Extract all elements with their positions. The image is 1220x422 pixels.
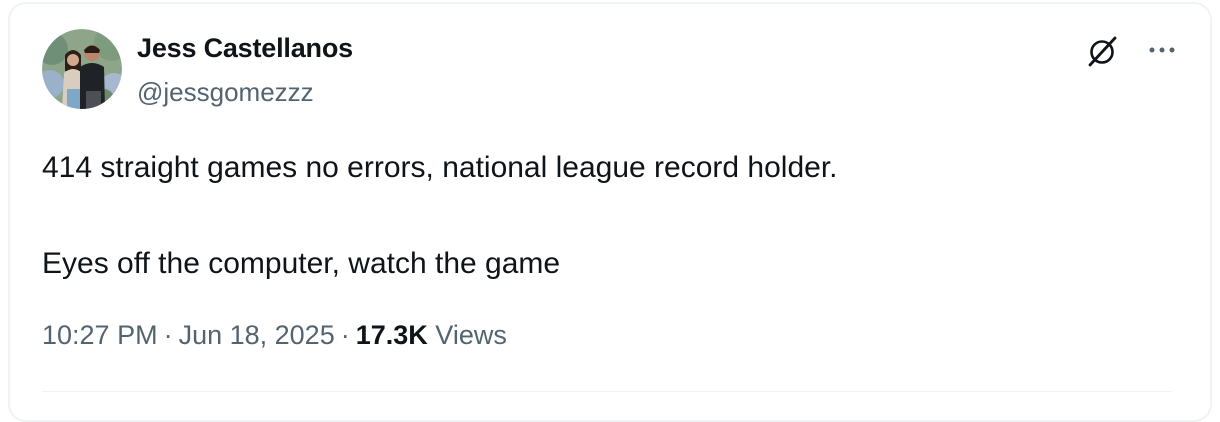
separator: · — [340, 320, 350, 350]
separator: · — [163, 320, 173, 350]
tweet-text: 414 straight games no errors, national l… — [42, 144, 1182, 288]
tweet-card: Jess Castellanos @jessgomezzz 414 straig… — [8, 2, 1212, 422]
views-label: Views — [435, 320, 507, 350]
avatar[interactable] — [42, 29, 122, 109]
tweet-time[interactable]: 10:27 PM — [42, 320, 158, 350]
tweet-meta: 10:27 PM · Jun 18, 2025 · 17.3K Views — [42, 320, 507, 351]
divider — [42, 391, 1172, 392]
tweet-date[interactable]: Jun 18, 2025 — [179, 320, 335, 350]
tweet-text-line: 414 straight games no errors, national l… — [42, 151, 838, 184]
author-name[interactable]: Jess Castellanos — [137, 33, 353, 64]
author-handle[interactable]: @jessgomezzz — [137, 77, 314, 108]
grok-icon[interactable] — [1086, 34, 1120, 68]
more-icon[interactable] — [1144, 40, 1180, 60]
tweet-text-line: Eyes off the computer, watch the game — [42, 247, 561, 280]
views-count[interactable]: 17.3K — [356, 320, 428, 350]
